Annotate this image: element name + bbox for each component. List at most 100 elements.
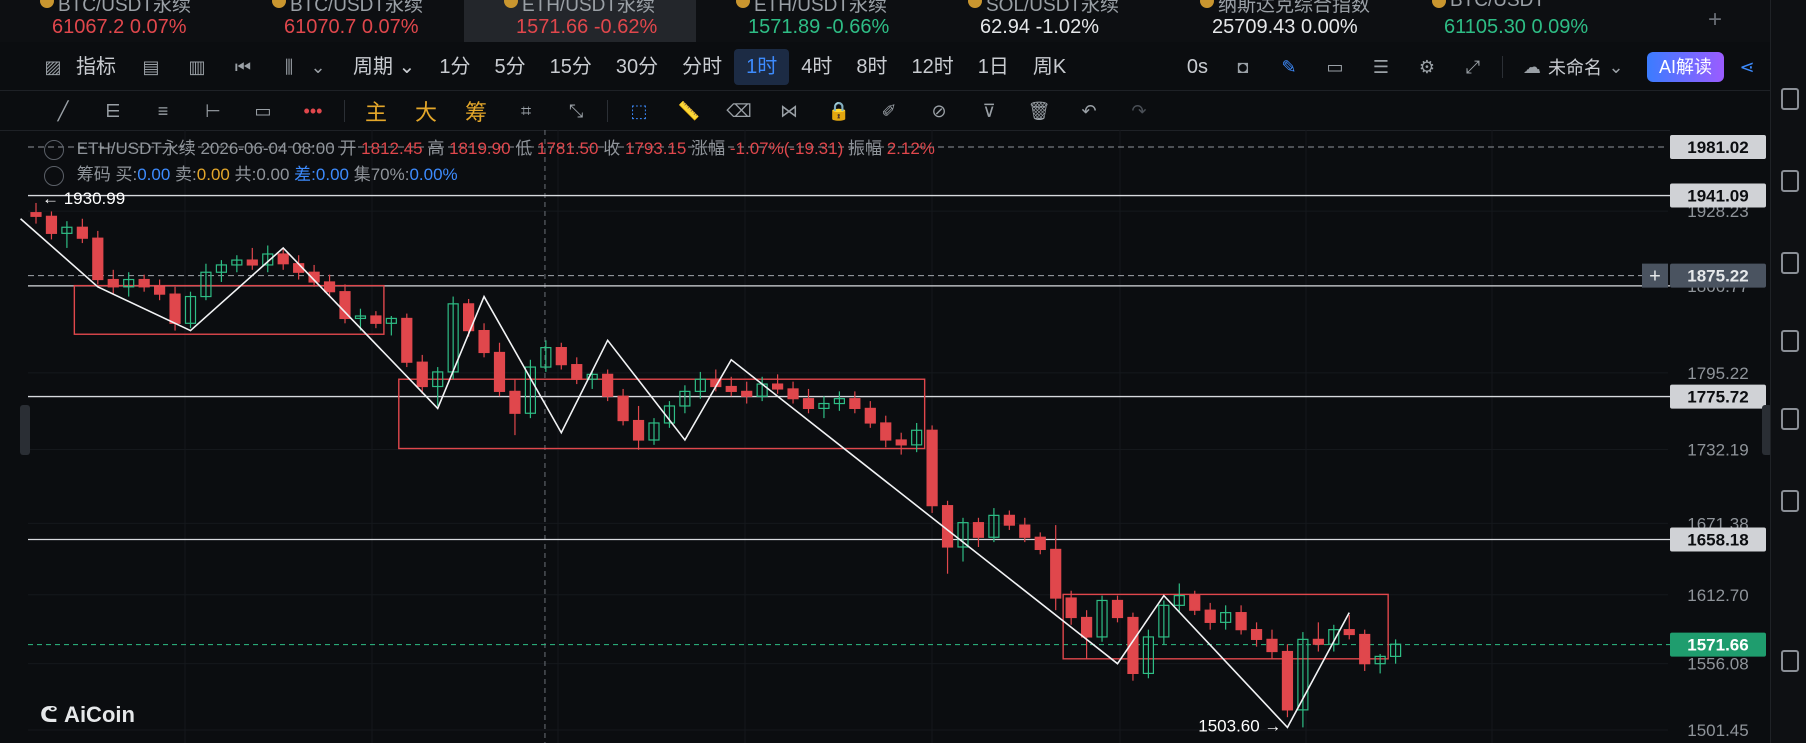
range-box[interactable] <box>398 378 926 450</box>
horizontal-ray-icon[interactable]: ⊢ <box>200 98 226 124</box>
divider <box>1501 56 1503 78</box>
period-button[interactable]: 周期 ⌄ <box>341 49 427 85</box>
price-chart[interactable]: 1928.231866.771795.221732.191671.381612.… <box>0 130 1770 743</box>
add-tab-icon[interactable]: + <box>1708 6 1766 34</box>
interval-tab[interactable]: 5分 <box>482 49 537 85</box>
template-icon[interactable]: ▤ <box>139 55 163 79</box>
candle-body <box>401 317 413 363</box>
fib-icon[interactable]: ⋿ <box>100 98 126 124</box>
sell-value: 0.00 <box>196 165 230 184</box>
ticker-tab[interactable]: BTC/USDT 61105.30 0.09% <box>1392 0 1624 42</box>
candle-body <box>493 351 506 392</box>
alert-icon[interactable] <box>1781 490 1799 512</box>
large-order-button[interactable]: 大 <box>415 95 437 127</box>
buy-label: 买: <box>115 165 138 184</box>
ticker-tab[interactable]: ETH/USDT永续 1571.66 -0.62% <box>464 0 696 42</box>
coin-icon <box>504 0 518 8</box>
candle-body <box>1235 612 1247 631</box>
candle-body <box>1034 536 1046 551</box>
interval-tab[interactable]: 周K <box>1021 49 1078 85</box>
filter-icon[interactable]: ⊽ <box>976 98 1002 124</box>
interval-tab[interactable]: 1分 <box>427 49 482 85</box>
replay-icon[interactable]: ⏮ <box>231 55 255 79</box>
calendar-icon[interactable] <box>1781 650 1799 672</box>
ticker-tab[interactable]: BTC/USDT永续 61070.7 0.07% <box>232 0 464 42</box>
countdown-label: 0s <box>1186 56 1208 78</box>
camera-icon[interactable]: ◘ <box>1231 55 1255 79</box>
candle-body <box>169 293 181 324</box>
link-icon[interactable]: ⊘ <box>926 98 952 124</box>
diff-value: 0.00 <box>315 165 349 184</box>
left-panel-handle[interactable] <box>20 405 30 455</box>
chevron-down-icon[interactable]: ⌄ <box>306 55 330 79</box>
chart-type-icon[interactable]: ⫼ <box>277 55 301 79</box>
ticker-tab[interactable]: BTC/USDT永续 61067.2 0.07% <box>0 0 232 42</box>
interval-list: 1分 5分 15分 30分 分时 1时 4时 8时 12时 1日 周K <box>427 49 1078 85</box>
undo-icon[interactable]: ↶ <box>1076 98 1102 124</box>
parallel-channel-icon[interactable]: ≡ <box>150 98 176 124</box>
range-box[interactable] <box>73 284 385 335</box>
depth-icon[interactable] <box>1781 330 1799 352</box>
main-toolbar: ▨ 指标 ▤ ▥ ⏮ ⫼ ⌄ 周期 ⌄ 1分 5分 15分 30分 分时 1时 4时 8时 12… <box>30 46 1770 88</box>
note-icon[interactable]: ▭ <box>1323 55 1347 79</box>
interval-tab[interactable]: 4时 <box>789 49 844 85</box>
ticker-name: ETH/USDT永续 <box>522 0 656 16</box>
ticker-price: 61070.7 0.07% <box>284 16 419 38</box>
more-icon[interactable]: ••• <box>300 98 326 124</box>
zigzag-line[interactable] <box>20 218 1350 729</box>
chevron-down-icon[interactable]: ⌄ <box>1604 55 1628 79</box>
magic-icon[interactable]: ⌗ <box>513 98 539 124</box>
ai-analysis-button[interactable]: AI解读 <box>1646 52 1724 82</box>
eraser-icon[interactable]: ⌫ <box>726 98 752 124</box>
share-icon[interactable]: ⋖ <box>1735 55 1759 79</box>
candle-body <box>323 281 336 293</box>
interval-tab[interactable]: 分时 <box>670 49 734 85</box>
edit-icon[interactable]: ✐ <box>876 98 902 124</box>
watchlist-icon[interactable] <box>1781 88 1799 110</box>
measure-icon[interactable]: ⤡ <box>563 98 589 124</box>
interval-tab[interactable]: 1时 <box>734 49 790 85</box>
open-label: 开 <box>339 139 357 158</box>
interval-tab[interactable]: 8时 <box>844 49 899 85</box>
list-icon[interactable]: ☰ <box>1369 55 1393 79</box>
ticker-tab[interactable]: 纳斯达克综合指数 25709.43 0.00% <box>1160 0 1392 42</box>
lock-icon[interactable]: 🔒 <box>826 98 852 124</box>
legend-toggle-icon[interactable] <box>44 139 64 160</box>
price-label: 1875.22 <box>1687 267 1748 286</box>
fullscreen-icon[interactable]: ⤢ <box>1461 55 1485 79</box>
candle-body <box>1050 548 1062 599</box>
interval-tab[interactable]: 30分 <box>604 49 670 85</box>
ticker-price: 1571.66 -0.62% <box>516 16 658 38</box>
magnet-icon[interactable]: ⋈ <box>776 98 802 124</box>
interval-tab[interactable]: 1日 <box>966 49 1021 85</box>
legend-toggle-icon[interactable] <box>44 165 64 186</box>
plus-icon: + <box>1649 266 1661 288</box>
candle-body <box>1281 650 1294 711</box>
ticker-name: 纳斯达克综合指数 <box>1218 0 1371 16</box>
rectangle-icon[interactable]: ▭ <box>250 98 276 124</box>
chips-button[interactable]: 筹 <box>465 95 487 127</box>
cursor-icon[interactable]: ⬚ <box>626 98 652 124</box>
candle-body <box>926 429 938 507</box>
news-icon[interactable] <box>1781 408 1799 430</box>
indicator-button[interactable]: 指标 <box>76 49 128 85</box>
interval-tab[interactable]: 15分 <box>538 49 604 85</box>
interval-tab[interactable]: 12时 <box>899 49 965 85</box>
settings-icon[interactable]: ⚙ <box>1415 55 1439 79</box>
chips-title: 筹码 <box>76 165 111 184</box>
redo-icon[interactable]: ↷ <box>1126 98 1152 124</box>
trash-icon[interactable]: 🗑 <box>1026 98 1052 124</box>
ticker-tab[interactable]: ETH/USDT永续 1571.89 -0.66% <box>696 0 928 42</box>
layout-icon[interactable]: ▥ <box>185 55 209 79</box>
indicator-icon[interactable]: ▨ <box>41 55 65 79</box>
candle-body <box>1343 629 1355 636</box>
ticker-tab[interactable]: SOL/USDT永续 62.94 -1.02% <box>928 0 1160 42</box>
trend-line-icon[interactable]: ╱ <box>50 98 76 124</box>
orderbook-icon[interactable] <box>1781 170 1799 192</box>
ruler-icon[interactable]: 📏 <box>676 98 702 124</box>
main-force-button[interactable]: 主 <box>365 95 387 127</box>
pen-icon[interactable]: ✎ <box>1277 55 1301 79</box>
layout-name[interactable]: 未命名 <box>1548 54 1602 80</box>
coin-icon <box>968 0 982 8</box>
trade-icon[interactable] <box>1781 252 1799 274</box>
